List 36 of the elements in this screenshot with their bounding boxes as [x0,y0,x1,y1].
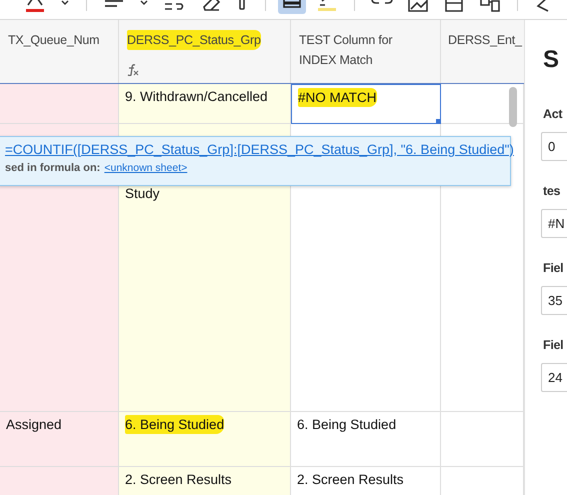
grid-button[interactable] [278,0,306,14]
sum-icon [534,0,550,14]
hierarchy-icon [479,0,501,14]
table-cell[interactable] [441,84,524,124]
image-icon [407,0,429,14]
input-field[interactable]: 35 [541,286,567,315]
caret-icon [60,0,70,5]
field-label: tes [543,183,562,199]
field-label: Act [543,106,564,122]
align-left-icon [103,0,125,7]
table-cell[interactable] [0,84,119,124]
input-field[interactable]: 24 [541,363,567,392]
tooltip-label: sed in formula on: [5,162,100,174]
table-cell[interactable]: 9. Withdrawn/Cancelled [119,84,291,124]
column-header[interactable]: TEST Column for INDEX Match [299,30,419,70]
table-cell[interactable]: 6. Being Studied [291,412,441,467]
field-label: Fiel [543,260,564,276]
text-color-icon [24,0,46,14]
table-cell[interactable] [441,412,524,467]
table-cell[interactable]: 2. Screen Results [119,467,291,495]
input-field[interactable]: #N [541,209,567,238]
form-icon [443,0,465,14]
table-cell[interactable]: Assigned [0,412,119,467]
input-field[interactable]: 0 [541,132,567,161]
panel-title: S [543,46,560,74]
column-header[interactable]: DERSS_PC_Status_Grp [127,30,261,50]
field-label: Fiel [543,337,564,353]
table-cell[interactable] [0,467,119,495]
caret-icon [139,0,149,5]
scrollbar-thumb[interactable] [509,87,517,127]
column-header[interactable]: TX_Queue_Num [8,30,100,50]
table-cell[interactable]: 6. Being Studied [119,412,291,467]
function-icon[interactable] [127,64,139,76]
column-header[interactable]: DERSS_Ent_ [448,30,522,50]
selected-cell[interactable]: #NO MATCH [291,84,441,124]
highlighter-icon [316,0,338,14]
